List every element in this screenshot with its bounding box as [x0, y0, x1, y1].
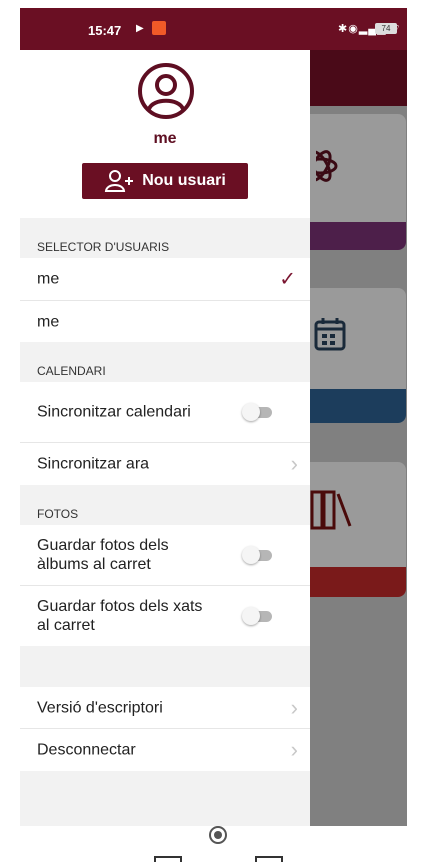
section-spacer [20, 646, 310, 687]
calendar-icon [314, 318, 346, 351]
desktop-version-label: Versió d'escriptori [37, 699, 163, 716]
toggle-knob [242, 403, 260, 421]
toggle-knob [242, 607, 260, 625]
sync-calendar-row[interactable]: Sincronitzar calendari [20, 382, 310, 443]
save-chat-photos-toggle[interactable] [242, 607, 274, 625]
user-item-label: me [37, 270, 60, 288]
sync-calendar-toggle[interactable] [242, 403, 274, 421]
section-user-selector: SELECTOR D'USUARIS [20, 218, 310, 258]
chevron-right-icon: › [290, 451, 298, 476]
user-avatar-icon [138, 63, 194, 119]
profile-header: me Nou usuari [20, 50, 310, 218]
user-item-2[interactable]: me [20, 301, 310, 342]
background-card-2[interactable] [310, 288, 406, 423]
save-album-photos-toggle[interactable] [242, 546, 274, 564]
drawer-footer [20, 771, 310, 826]
add-user-icon [105, 170, 134, 192]
back-button[interactable] [255, 856, 283, 862]
user-item-label: me [37, 313, 60, 330]
section-calendar: CALENDARI [20, 342, 310, 382]
checkmark-icon: ✓ [279, 268, 296, 291]
desktop-version-row[interactable]: Versió d'escriptori › [20, 687, 310, 729]
card-1-stripe [310, 222, 406, 250]
play-icon: ▶ [136, 23, 144, 34]
new-user-button[interactable]: Nou usuari [82, 163, 248, 199]
save-chat-photos-label: Guardar fotos dels xats al carret [37, 598, 203, 634]
current-username: me [153, 130, 177, 147]
system-navigation-bar [0, 826, 421, 862]
background-card-1[interactable] [310, 114, 406, 250]
save-album-photos-row[interactable]: Guardar fotos dels àlbums al carret [20, 525, 310, 586]
phone-screen: 15:47 ▶ ✱◉▂▄▆ ⌔ 74 me Nou usuari SELECTO… [20, 8, 407, 826]
atom-icon [316, 150, 338, 182]
save-chat-photos-row[interactable]: Guardar fotos dels xats al carret [20, 586, 310, 646]
card-2-stripe [310, 389, 406, 423]
status-time: 15:47 [88, 23, 122, 38]
chevron-right-icon: › [290, 737, 298, 762]
sync-now-label: Sincronitzar ara [37, 455, 150, 473]
save-album-photos-label: Guardar fotos dels àlbums al carret [37, 537, 169, 573]
card-3-stripe [310, 567, 406, 597]
sync-calendar-label: Sincronitzar calendari [37, 403, 191, 421]
home-button[interactable] [209, 826, 227, 844]
status-bar: 15:47 ▶ ✱◉▂▄▆ ⌔ 74 [20, 8, 407, 50]
logout-label: Desconnectar [37, 741, 136, 759]
books-icon [310, 490, 352, 530]
notification-app-icon [152, 21, 166, 35]
new-user-label: Nou usuari [142, 172, 226, 189]
navigation-drawer: me Nou usuari SELECTOR D'USUARIS me ✓ me… [20, 50, 310, 826]
background-card-3[interactable] [310, 462, 406, 597]
logout-row[interactable]: Desconnectar › [20, 729, 310, 771]
sync-now-row[interactable]: Sincronitzar ara › [20, 443, 310, 485]
chevron-right-icon: › [290, 694, 298, 720]
battery-icon: 74 [375, 23, 397, 34]
toggle-knob [242, 546, 260, 564]
app-header-background [310, 50, 407, 106]
user-item-1[interactable]: me ✓ [20, 258, 310, 301]
section-photos: FOTOS [20, 485, 310, 525]
recent-apps-button[interactable] [154, 856, 182, 862]
